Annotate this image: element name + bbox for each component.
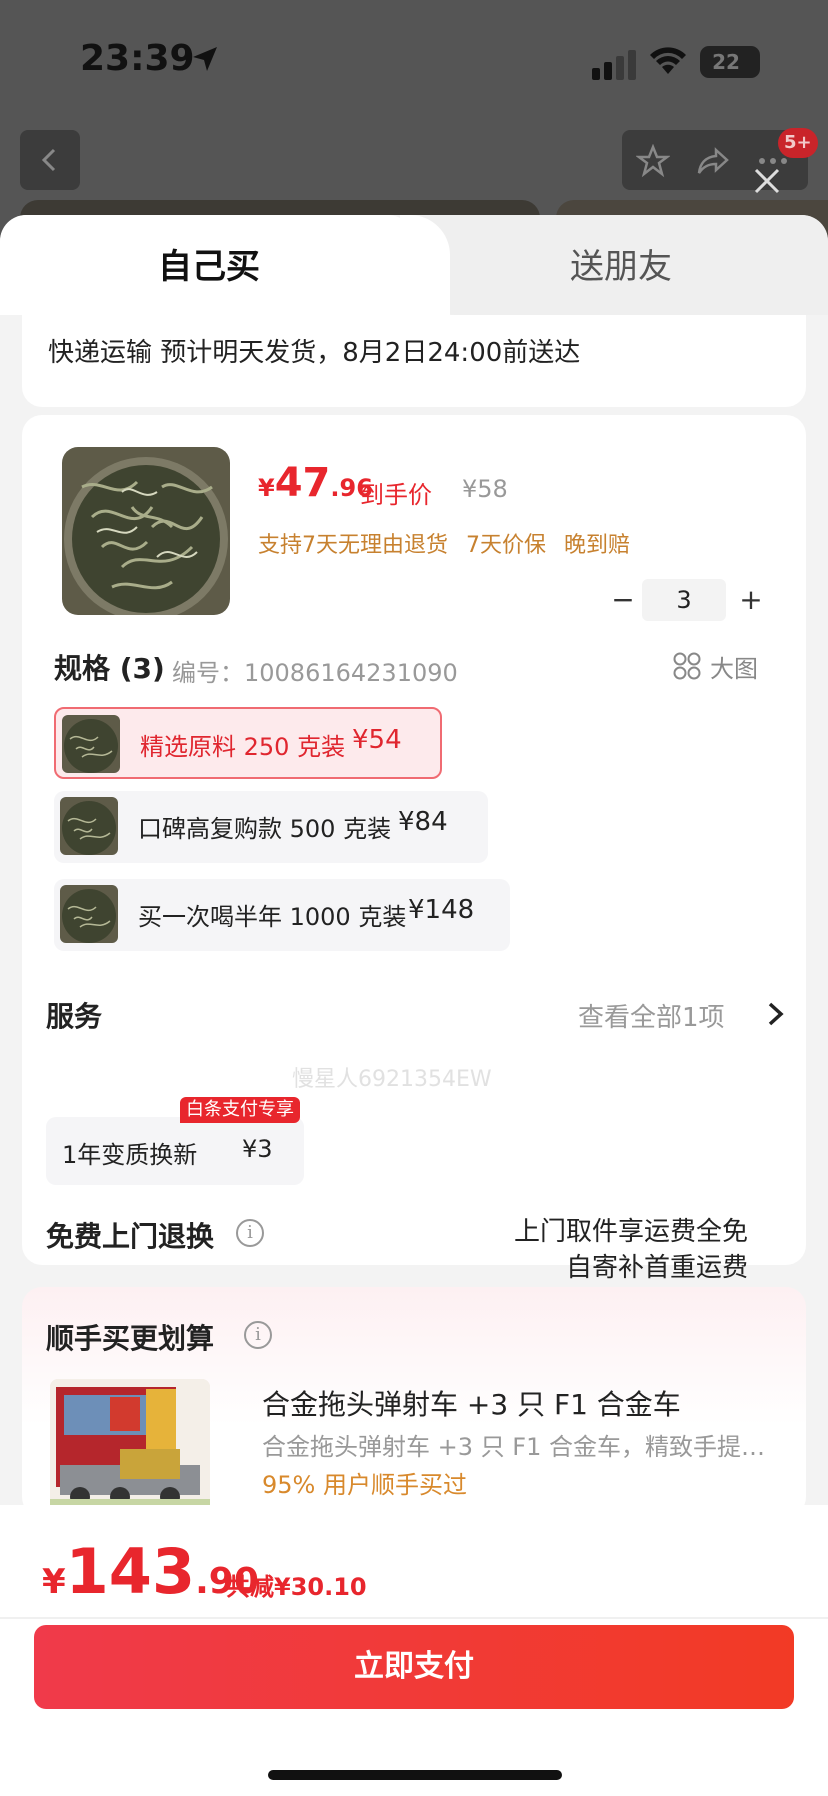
signal-icon [592, 50, 636, 80]
big-image-label: 大图 [710, 655, 758, 683]
pay-now-button[interactable]: 立即支付 [34, 1625, 794, 1709]
service-view-all[interactable]: 查看全部1项 [578, 997, 725, 1034]
guarantee-price-protect: 7天价保 [466, 533, 546, 558]
return-desc-line1: 上门取件享运费全免 [513, 1217, 748, 1247]
status-bar: 23:39 22 [0, 0, 828, 120]
back-icon [41, 148, 56, 172]
return-title: 免费上门退换 [46, 1220, 215, 1253]
tab-send-friend-label[interactable]: 送朋友 [570, 245, 672, 289]
chevron-right-icon[interactable] [764, 999, 788, 1029]
info-icon[interactable]: i [236, 1219, 264, 1247]
service-title: 服务 [46, 1000, 103, 1033]
delivery-text: 快递运输 预计明天发货，8月2日24:00前送达 [48, 338, 581, 368]
price-currency: ¥ [258, 474, 275, 502]
spec-option-thumbnail [60, 797, 118, 855]
addon-product-desc: 合金拖头弹射车 +3 只 F1 合金车，精致手提… [262, 1433, 765, 1461]
location-arrow-icon [193, 47, 217, 71]
service-option-name: 1年变质换新 [62, 1141, 198, 1169]
status-time: 23:39 [80, 38, 195, 79]
guarantee-list: 支持7天无理由退货 7天价保 晚到赔 [258, 527, 648, 559]
star-icon[interactable] [636, 144, 670, 178]
quantity-decrease-button[interactable]: − [606, 583, 640, 617]
spec-option-name: 买一次喝半年 1000 克装 [138, 903, 407, 931]
quantity-increase-button[interactable]: + [734, 583, 768, 617]
spec-option-250g[interactable]: 精选原料 250 克装 ¥54 [54, 707, 442, 779]
total-integer: 143 [65, 1535, 196, 1608]
divider [0, 1617, 828, 1619]
return-desc-line2: 自寄补首重运费 [565, 1253, 748, 1283]
wifi-icon [650, 47, 686, 74]
watermark: 慢星人6921354EW [292, 1067, 492, 1092]
grid-icon [673, 652, 701, 680]
spec-option-500g[interactable]: 口碑高复购款 500 克装 ¥84 [54, 791, 488, 863]
addon-product-name[interactable]: 合金拖头弹射车 +3 只 F1 合金车 [262, 1383, 681, 1423]
spec-option-price: ¥148 [408, 895, 475, 925]
product-card: ¥47.96 到手价 ¥58 支持7天无理由退货 7天价保 晚到赔 − 3 + 规格… [22, 415, 806, 1283]
service-exclusive-tag: 白条支付专享 [180, 1097, 300, 1123]
addon-card: 顺手买更划算 i 合金拖头弹射车 +3 只 F1 合金车 合金拖头弹射车 +3 … [22, 1287, 806, 1517]
spec-option-thumbnail [60, 885, 118, 943]
home-indicator[interactable] [268, 1770, 562, 1780]
total-currency: ¥ [42, 1562, 66, 1602]
product-thumbnail[interactable] [62, 447, 230, 615]
back-button[interactable] [20, 130, 80, 190]
service-option-price: ¥3 [242, 1135, 273, 1163]
quantity-stepper[interactable]: 3 [642, 579, 726, 621]
service-option[interactable]: 1年变质换新 ¥3 [46, 1117, 304, 1185]
spec-title: 规格 (3) [54, 652, 165, 685]
spec-option-name: 口碑高复购款 500 克装 [138, 815, 392, 843]
spec-option-name: 精选原料 250 克装 [140, 733, 346, 761]
addon-title: 顺手买更划算 [46, 1322, 215, 1355]
info-icon[interactable]: i [244, 1321, 272, 1349]
battery-icon: 22 [700, 46, 760, 78]
close-icon[interactable] [752, 166, 782, 196]
checkout-footer: ¥143.90 共减¥30.10 立即支付 [0, 1505, 828, 1796]
battery-level: 22 [712, 50, 740, 74]
original-price: ¥58 [462, 475, 508, 503]
addon-product-stat: 95% 用户顺手买过 [262, 1471, 467, 1499]
share-icon[interactable] [696, 144, 730, 178]
guarantee-late-comp: 晚到赔 [564, 533, 631, 558]
spec-option-price: ¥54 [352, 725, 402, 755]
price-integer: 47 [274, 460, 331, 506]
spec-option-price: ¥84 [398, 807, 448, 837]
addon-thumbnail[interactable] [50, 1379, 210, 1517]
price-label: 到手价 [360, 481, 432, 509]
unit-price: ¥47.96 [258, 463, 373, 508]
delivery-card: 快递运输 预计明天发货，8月2日24:00前送达 [22, 315, 806, 407]
message-badge: 5+ [778, 128, 818, 158]
total-discount: 共减¥30.10 [226, 1573, 367, 1601]
spec-option-1000g[interactable]: 买一次喝半年 1000 克装 ¥148 [54, 879, 510, 951]
purchase-tabs: 自己买 送朋友 [0, 215, 828, 315]
product-code: 编号：10086164231090 [172, 659, 458, 687]
tab-buy-self-label[interactable]: 自己买 [158, 245, 260, 289]
spec-option-thumbnail [62, 715, 120, 773]
guarantee-return: 支持7天无理由退货 [258, 533, 448, 558]
